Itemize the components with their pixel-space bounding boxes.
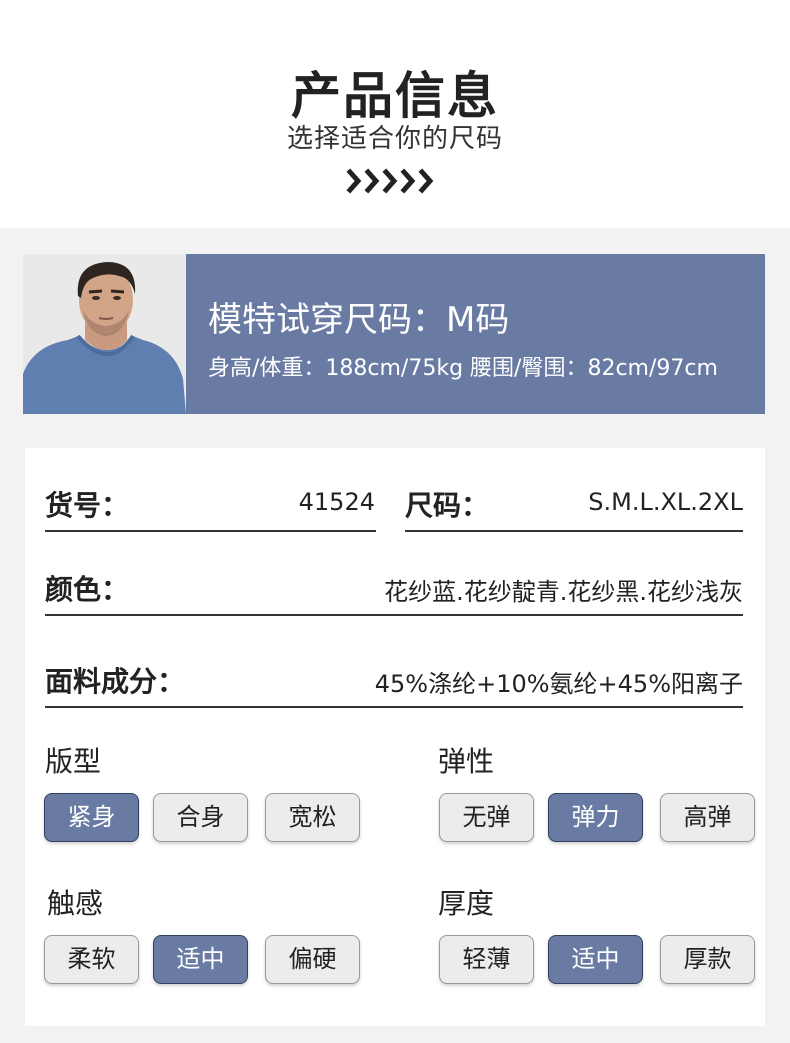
thickness-option-thin[interactable]: 轻薄 xyxy=(439,935,534,984)
item-number-label: 货号： xyxy=(45,489,130,522)
fit-title: 版型 xyxy=(45,745,102,778)
model-size-text: 模特试穿尺码：M码 xyxy=(208,300,510,340)
fabric-value: 45%涤纶+10%氨纶+45%阳离子 xyxy=(374,670,743,698)
chevron-right-icons xyxy=(346,168,434,194)
item-number-value: 41524 xyxy=(298,488,375,516)
divider xyxy=(45,706,743,708)
touch-option-hard[interactable]: 偏硬 xyxy=(265,935,360,984)
color-label: 颜色： xyxy=(45,573,130,606)
touch-option-soft[interactable]: 柔软 xyxy=(44,935,139,984)
size-label: 尺码： xyxy=(405,489,490,522)
elasticity-option-stretch[interactable]: 弹力 xyxy=(548,793,643,842)
model-photo xyxy=(23,254,186,414)
header-section: 产品信息 选择适合你的尺码 xyxy=(0,0,790,228)
model-portrait-image xyxy=(23,254,186,414)
elasticity-option-none[interactable]: 无弹 xyxy=(439,793,534,842)
thickness-title: 厚度 xyxy=(438,887,495,920)
size-value: S.M.L.XL.2XL xyxy=(588,488,743,516)
fit-option-regular[interactable]: 合身 xyxy=(153,793,248,842)
touch-title: 触感 xyxy=(47,887,104,920)
divider xyxy=(45,614,743,616)
model-measurements-text: 身高/体重：188cm/75kg 腰围/臀围：82cm/97cm xyxy=(208,356,718,381)
fabric-label: 面料成分： xyxy=(45,665,186,698)
touch-option-medium[interactable]: 适中 xyxy=(153,935,248,984)
fit-option-tight[interactable]: 紧身 xyxy=(44,793,139,842)
page-subtitle: 选择适合你的尺码 xyxy=(286,124,503,154)
divider xyxy=(45,530,376,532)
spec-card: 货号： 41524 尺码： S.M.L.XL.2XL 颜色： 花纱蓝.花纱靛青.… xyxy=(25,448,765,1026)
divider xyxy=(405,530,743,532)
elasticity-title: 弹性 xyxy=(438,745,495,778)
fit-option-loose[interactable]: 宽松 xyxy=(265,793,360,842)
thickness-option-thick[interactable]: 厚款 xyxy=(660,935,755,984)
color-value: 花纱蓝.花纱靛青.花纱黑.花纱浅灰 xyxy=(384,578,743,606)
thickness-option-medium[interactable]: 适中 xyxy=(548,935,643,984)
elasticity-option-high[interactable]: 高弹 xyxy=(660,793,755,842)
model-info-banner: 模特试穿尺码：M码 身高/体重：188cm/75kg 腰围/臀围：82cm/97… xyxy=(23,254,765,414)
